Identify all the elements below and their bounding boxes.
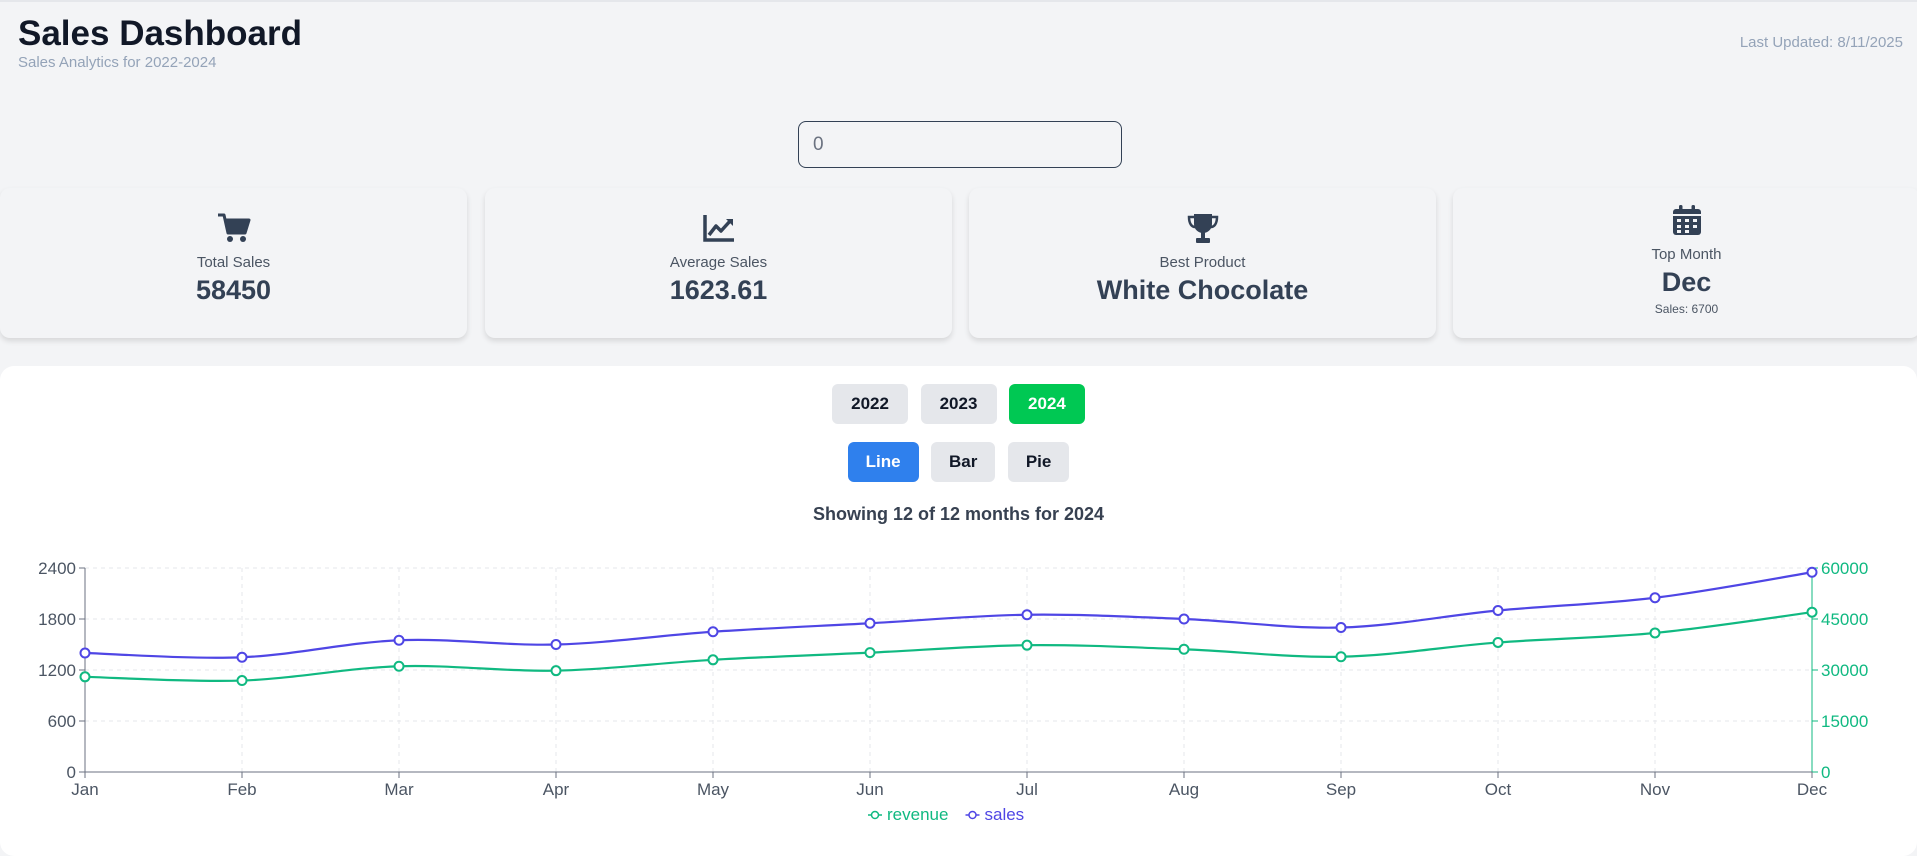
header: Sales Dashboard Sales Analytics for 2022… <box>18 12 302 71</box>
data-point-revenue <box>1649 627 1661 639</box>
x-tick-label: Sep <box>1326 780 1356 799</box>
y-left-tick-label: 1200 <box>38 661 76 680</box>
data-point-revenue <box>1492 636 1504 648</box>
sales-line-chart: 0600120018002400015000300004500060000Jan… <box>38 559 1868 824</box>
x-tick-label: Aug <box>1169 780 1199 799</box>
card-label: Average Sales <box>669 254 768 271</box>
x-tick-label: Apr <box>543 780 570 799</box>
data-point-sales <box>1649 592 1661 604</box>
x-tick-label: Dec <box>1797 780 1828 799</box>
y-right-tick-label: 15000 <box>1821 712 1868 731</box>
data-point-revenue <box>79 671 91 683</box>
search-input[interactable] <box>798 121 1122 168</box>
x-tick-label: Feb <box>227 780 256 799</box>
legend-swatch-marker <box>870 810 880 820</box>
x-tick-label: Jan <box>71 780 98 799</box>
data-point-sales <box>1492 605 1504 616</box>
data-point-sales <box>550 639 562 650</box>
card-label: Best Product <box>1159 254 1246 271</box>
y-right-tick-label: 60000 <box>1821 559 1868 578</box>
data-point-sales <box>707 626 719 638</box>
legend-swatch-marker <box>968 810 977 820</box>
data-point-revenue <box>550 665 562 677</box>
y-right-tick-label: 45000 <box>1821 610 1868 629</box>
chart-panel: 2022 2023 2024 Line Bar Pie Showing 12 o… <box>0 366 1917 856</box>
data-point-revenue <box>864 647 876 659</box>
card-value: Dec <box>1661 267 1712 297</box>
card-average-sales: Average Sales 1623.61 <box>485 188 952 338</box>
y-left-tick-label: 2400 <box>38 559 76 578</box>
y-left-tick-label: 1800 <box>38 610 76 629</box>
data-point-sales <box>393 634 405 646</box>
data-point-sales <box>236 651 248 663</box>
card-label: Total Sales <box>196 254 271 271</box>
y-left-tick-label: 600 <box>48 712 76 731</box>
card-extra: Sales: 6700 <box>1654 302 1719 316</box>
card-label: Top Month <box>1651 246 1722 263</box>
shopping-cart-icon <box>217 213 250 242</box>
data-point-sales <box>864 617 876 629</box>
data-point-revenue <box>1178 643 1190 655</box>
page-title: Sales Dashboard <box>18 14 302 53</box>
x-tick-label: Nov <box>1640 780 1671 799</box>
data-point-revenue <box>1021 639 1033 651</box>
data-point-revenue <box>236 675 248 687</box>
data-point-sales <box>1806 566 1818 578</box>
card-value: 1623.61 <box>669 275 768 305</box>
page-subtitle: Sales Analytics for 2022-2024 <box>18 54 217 71</box>
data-point-revenue <box>1806 606 1818 618</box>
x-tick-label: Oct <box>1485 780 1512 799</box>
x-tick-label: Mar <box>384 780 414 799</box>
data-point-revenue <box>707 654 719 666</box>
card-value: White Chocolate <box>1096 275 1309 305</box>
series-line-sales <box>84 571 1813 659</box>
data-point-sales <box>1335 622 1347 633</box>
legend-label-revenue: revenue <box>887 805 948 824</box>
calendar-icon <box>1672 205 1701 235</box>
card-top-month: Top Month Dec Sales: 6700 <box>1453 188 1917 338</box>
legend-label-sales: sales <box>985 805 1025 824</box>
trophy-icon <box>1187 214 1218 243</box>
y-right-tick-label: 30000 <box>1821 661 1868 680</box>
x-tick-label: Jun <box>856 780 883 799</box>
data-point-revenue <box>1335 651 1347 663</box>
last-updated-text: Last Updated: 8/11/2025 <box>1739 34 1903 51</box>
data-point-sales <box>1178 613 1190 625</box>
card-best-product: Best Product White Chocolate <box>969 188 1436 338</box>
card-total-sales: Total Sales 58450 <box>0 188 467 338</box>
card-value: 58450 <box>195 275 272 305</box>
stats-cards: Total Sales 58450 Average Sales 1623.61 … <box>0 188 1917 338</box>
data-point-sales <box>1021 609 1033 621</box>
data-point-revenue <box>393 660 405 672</box>
data-point-sales <box>79 647 91 659</box>
chart-line-icon <box>702 215 734 242</box>
x-tick-label: Jul <box>1016 780 1038 799</box>
x-tick-label: May <box>697 780 730 799</box>
